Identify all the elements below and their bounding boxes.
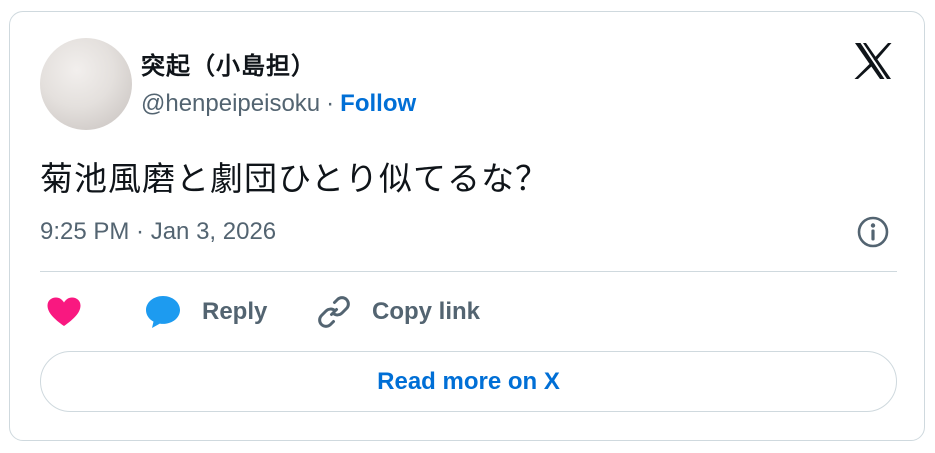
- speech-bubble-icon: [146, 296, 180, 328]
- tweet-timestamp[interactable]: 9:25 PM · Jan 3, 2026: [40, 218, 276, 246]
- reply-button[interactable]: Reply: [144, 292, 267, 332]
- divider: [40, 271, 897, 272]
- info-icon[interactable]: [856, 215, 890, 249]
- avatar[interactable]: [40, 38, 132, 130]
- copy-link-button[interactable]: Copy link: [316, 292, 480, 332]
- like-button[interactable]: [46, 292, 82, 332]
- reply-label: Reply: [202, 298, 268, 325]
- author-display-name[interactable]: 突起（小島担）: [141, 46, 316, 81]
- embedded-tweet-card: 突起（小島担） @henpeipeisoku · Follow 菊池風磨と劇団ひとり…: [9, 11, 925, 441]
- author-handle[interactable]: @henpeipeisoku: [141, 90, 320, 117]
- author-handle-row: @henpeipeisoku · Follow: [141, 90, 416, 118]
- link-icon: [318, 296, 350, 328]
- heart-icon: [47, 297, 81, 326]
- tweet-text: 菊池風磨と劇団ひとり似てるな？: [40, 160, 550, 197]
- separator-dot: ·: [326, 90, 335, 117]
- follow-link[interactable]: Follow: [340, 90, 416, 117]
- read-more-button[interactable]: Read more on X: [40, 351, 897, 412]
- copy-link-label: Copy link: [372, 298, 481, 325]
- x-logo-icon[interactable]: [852, 41, 894, 81]
